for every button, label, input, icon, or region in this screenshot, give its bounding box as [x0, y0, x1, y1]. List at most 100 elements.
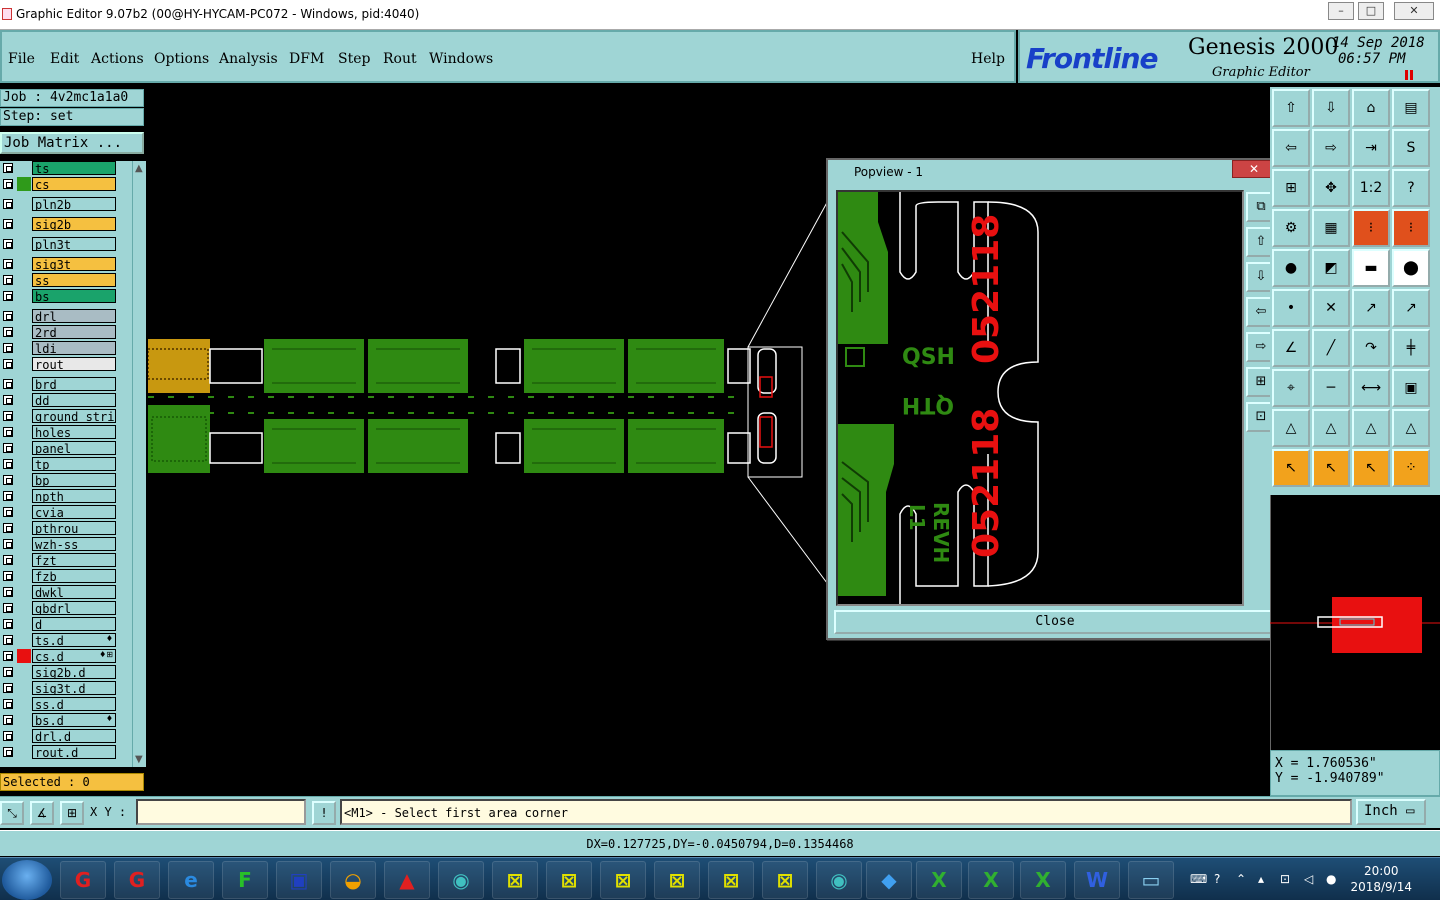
layer-color-swatch[interactable] [17, 665, 31, 679]
layer-row[interactable]: bs.d ♦ [0, 713, 118, 727]
layer-color-swatch[interactable] [17, 393, 31, 407]
triangle-icon[interactable]: △ [1272, 409, 1310, 447]
layer-name[interactable]: drl.d [32, 729, 116, 743]
layer-color-swatch[interactable] [17, 585, 31, 599]
layer-color-swatch[interactable] [17, 161, 31, 175]
eye-app-icon[interactable]: ◉ [438, 861, 484, 899]
volume-icon[interactable]: ◁ [1304, 872, 1313, 886]
excel-3-icon[interactable]: X [1020, 861, 1066, 899]
layer-name[interactable]: cs [32, 177, 116, 191]
layer-checkbox[interactable] [3, 555, 13, 565]
layer-color-swatch[interactable] [17, 601, 31, 615]
layer-checkbox[interactable] [3, 539, 13, 549]
layer-name[interactable]: bs.d ♦ [32, 713, 116, 727]
pointer-icon[interactable]: ↖ [1272, 449, 1310, 487]
layer-color-swatch[interactable] [17, 713, 31, 727]
measure-line-icon[interactable]: ─ [1312, 369, 1350, 407]
layer-checkbox[interactable] [3, 715, 13, 725]
layer-checkbox[interactable] [3, 459, 13, 469]
layer-checkbox[interactable] [3, 667, 13, 677]
layer-row[interactable]: wzh-ss [0, 537, 118, 551]
layer-name[interactable]: pln2b [32, 197, 116, 211]
layer-row[interactable]: brd [0, 377, 118, 391]
angle-mode-icon[interactable]: ∡ [30, 801, 54, 825]
layer-color-swatch[interactable] [17, 633, 31, 647]
layer-row[interactable]: drl.d [0, 729, 118, 743]
layer-color-swatch[interactable] [17, 457, 31, 471]
layer-row[interactable]: ground_strip [0, 409, 118, 423]
layer-checkbox[interactable] [3, 311, 13, 321]
popview-close-button[interactable]: Close [834, 610, 1276, 634]
menu-dfm[interactable]: DFM [289, 51, 324, 67]
layer-row[interactable]: d [0, 617, 118, 631]
start-button[interactable] [2, 860, 52, 900]
layer-row[interactable]: fzb [0, 569, 118, 583]
layer-row[interactable]: ts.d ♦ [0, 633, 118, 647]
layer-name[interactable]: sig3t [32, 257, 116, 271]
layer-color-swatch[interactable] [17, 553, 31, 567]
layer-color-swatch[interactable] [17, 425, 31, 439]
layer-row[interactable]: panel [0, 441, 118, 455]
layer-color-swatch[interactable] [17, 197, 31, 211]
network-icon[interactable]: ⊡ [1280, 872, 1290, 886]
cross-icon[interactable]: ✕ [1312, 289, 1350, 327]
layer-name[interactable]: brd [32, 377, 116, 391]
help-icon[interactable]: ? [1392, 169, 1430, 207]
layer-row[interactable]: drl [0, 309, 118, 323]
image-viewer-icon[interactable]: ▭ [1128, 861, 1174, 899]
line-diag-icon[interactable]: ◩ [1312, 249, 1350, 287]
unit-select[interactable]: Inch ▭ [1356, 799, 1426, 825]
window-split-icon[interactable]: ▤ [1392, 89, 1430, 127]
genesis-app-2-icon[interactable]: G [114, 861, 160, 899]
layer-row[interactable]: bp [0, 473, 118, 487]
layer-name[interactable]: panel [32, 441, 116, 455]
pan-right-icon[interactable]: ⇨ [1312, 129, 1350, 167]
menu-analysis[interactable]: Analysis [219, 51, 278, 67]
word-icon[interactable]: W [1074, 861, 1120, 899]
layer-checkbox[interactable] [3, 571, 13, 581]
layer-color-swatch[interactable] [17, 409, 31, 423]
layer-checkbox[interactable] [3, 163, 13, 173]
split-icon[interactable]: ╪ [1392, 329, 1430, 367]
net-select-icon[interactable]: ⁝ [1392, 209, 1430, 247]
home-icon[interactable]: ⌂ [1352, 89, 1390, 127]
layer-color-swatch[interactable] [17, 377, 31, 391]
layer-checkbox[interactable] [3, 443, 13, 453]
layer-row[interactable]: holes [0, 425, 118, 439]
layer-color-swatch[interactable] [17, 341, 31, 355]
layer-row[interactable]: sig2b.d [0, 665, 118, 679]
layer-color-swatch[interactable] [17, 309, 31, 323]
job-matrix-button[interactable]: Job Matrix ... [0, 132, 144, 154]
layer-checkbox[interactable] [3, 651, 13, 661]
layer-checkbox[interactable] [3, 219, 13, 229]
pan-left-icon[interactable]: ⇦ [1272, 129, 1310, 167]
layer-color-swatch[interactable] [17, 177, 31, 191]
layer-row[interactable]: rout [0, 357, 118, 371]
layer-name[interactable]: sig3t.d [32, 681, 116, 695]
eye-app-2-icon[interactable]: ◉ [816, 861, 862, 899]
keyboard-icon[interactable]: ⌨ [1190, 872, 1207, 886]
layer-color-swatch[interactable] [17, 617, 31, 631]
zoom-fit-icon[interactable]: ✥ [1312, 169, 1350, 207]
layer-row[interactable]: cs [0, 177, 118, 191]
layer-name[interactable]: bs [32, 289, 116, 303]
help-tray-icon[interactable]: ? [1214, 872, 1220, 886]
layer-checkbox[interactable] [3, 259, 13, 269]
layer-row[interactable]: cs.d ♦⊞ [0, 649, 118, 663]
layer-name[interactable]: sig2b.d [32, 665, 116, 679]
alert-icon[interactable]: ! [312, 801, 336, 825]
frontline-app-icon[interactable]: F [222, 861, 268, 899]
graphic-editor-window-5-icon[interactable]: ⊠ [708, 861, 754, 899]
measure-gap-icon[interactable]: ⟷ [1352, 369, 1390, 407]
mini-map[interactable] [1270, 495, 1440, 750]
layer-name[interactable]: pln3t [32, 237, 116, 251]
layer-color-swatch[interactable] [17, 745, 31, 759]
layer-scrollbar[interactable]: ▲ ▼ [132, 161, 146, 767]
layer-checkbox[interactable] [3, 411, 13, 421]
layer-name[interactable]: ts [32, 161, 116, 175]
triangle-4-icon[interactable]: △ [1392, 409, 1430, 447]
fit-width-icon[interactable]: ⇥ [1352, 129, 1390, 167]
layer-color-swatch[interactable] [17, 237, 31, 251]
save-disk-icon[interactable]: ▣ [276, 861, 322, 899]
redraw-icon[interactable]: S [1392, 129, 1430, 167]
